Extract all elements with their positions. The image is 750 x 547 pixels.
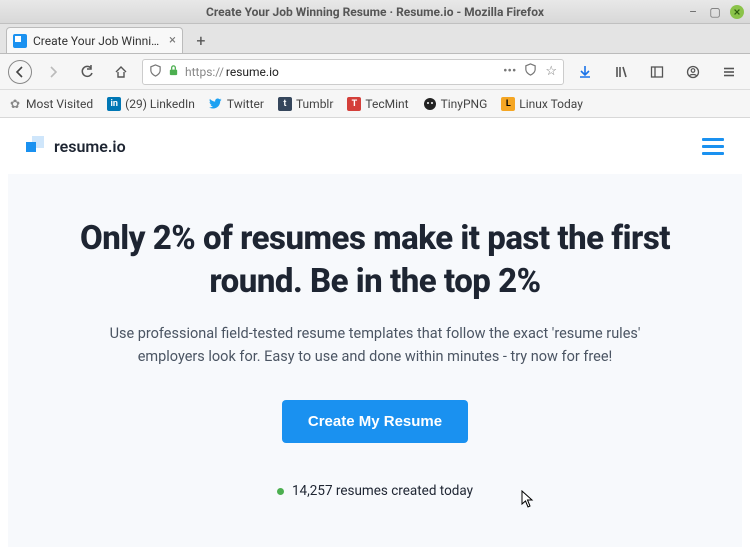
window-title: Create Your Job Winning Resume · Resume.…: [206, 5, 544, 19]
nav-toolbar: https://resume.io ••• ☆: [0, 54, 750, 90]
library-icon[interactable]: [608, 59, 634, 85]
gear-icon: ✿: [8, 97, 22, 111]
bookmark-tinypng[interactable]: TinyPNG: [423, 97, 488, 111]
url-bar[interactable]: https://resume.io ••• ☆: [142, 59, 564, 85]
tecmint-icon: T: [347, 97, 361, 111]
downloads-icon[interactable]: [572, 59, 598, 85]
bookmark-linkedin[interactable]: in (29) LinkedIn: [107, 97, 195, 111]
url-text: https://resume.io: [185, 65, 497, 79]
bookmarks-bar: ✿ Most Visited in (29) LinkedIn Twitter …: [0, 90, 750, 118]
shield-icon[interactable]: [149, 64, 162, 80]
hero-stat: 14,257 resumes created today: [64, 483, 686, 499]
bookmark-tecmint[interactable]: T TecMint: [347, 97, 408, 111]
tinypng-icon: [423, 97, 437, 111]
bookmark-most-visited[interactable]: ✿ Most Visited: [8, 97, 93, 111]
bookmark-twitter[interactable]: Twitter: [209, 97, 264, 111]
linuxtoday-icon: L: [501, 97, 515, 111]
sidebar-icon[interactable]: [644, 59, 670, 85]
bookmark-linuxtoday[interactable]: L Linux Today: [501, 97, 583, 111]
hero-subtext: Use professional field-tested resume tem…: [64, 322, 686, 368]
site-header: resume.io: [8, 118, 742, 174]
hero-headline: Only 2% of resumes make it past the firs…: [64, 218, 686, 304]
close-tab-icon[interactable]: ×: [169, 33, 176, 48]
home-button[interactable]: [108, 59, 134, 85]
back-button[interactable]: [8, 60, 32, 84]
minimize-icon[interactable]: –: [686, 5, 700, 19]
window-titlebar: Create Your Job Winning Resume · Resume.…: [0, 0, 750, 24]
twitter-icon: [209, 97, 223, 111]
window-controls: – ▢: [686, 5, 744, 19]
reader-shield-icon[interactable]: [524, 63, 537, 80]
create-resume-button[interactable]: Create My Resume: [282, 400, 468, 443]
account-icon[interactable]: [680, 59, 706, 85]
new-tab-button[interactable]: +: [187, 27, 215, 53]
viewport: resume.io Only 2% of resumes make it pas…: [0, 118, 750, 547]
menu-icon[interactable]: [716, 59, 742, 85]
reload-button[interactable]: [74, 59, 100, 85]
linkedin-icon: in: [107, 97, 121, 111]
lock-icon: [168, 65, 179, 79]
tumblr-icon: t: [278, 97, 292, 111]
forward-button[interactable]: [40, 59, 66, 85]
hero-stat-text: 14,257 resumes created today: [292, 483, 473, 499]
brand-name: resume.io: [54, 137, 126, 156]
tab-label: Create Your Job Winning Res: [33, 34, 163, 48]
bookmark-tumblr[interactable]: t Tumblr: [278, 97, 333, 111]
brand-logo-icon: [26, 136, 46, 156]
maximize-icon[interactable]: ▢: [708, 5, 722, 19]
status-dot-icon: [277, 488, 284, 495]
tab-favicon: [13, 34, 27, 48]
hamburger-menu-button[interactable]: [702, 138, 724, 155]
close-window-button[interactable]: [730, 5, 744, 19]
more-icon[interactable]: •••: [503, 64, 516, 79]
hero-section: Only 2% of resumes make it past the firs…: [8, 174, 742, 547]
tab-strip: Create Your Job Winning Res × +: [0, 24, 750, 54]
bookmark-star-icon[interactable]: ☆: [545, 64, 557, 79]
brand[interactable]: resume.io: [26, 136, 126, 156]
browser-tab[interactable]: Create Your Job Winning Res ×: [6, 27, 183, 53]
